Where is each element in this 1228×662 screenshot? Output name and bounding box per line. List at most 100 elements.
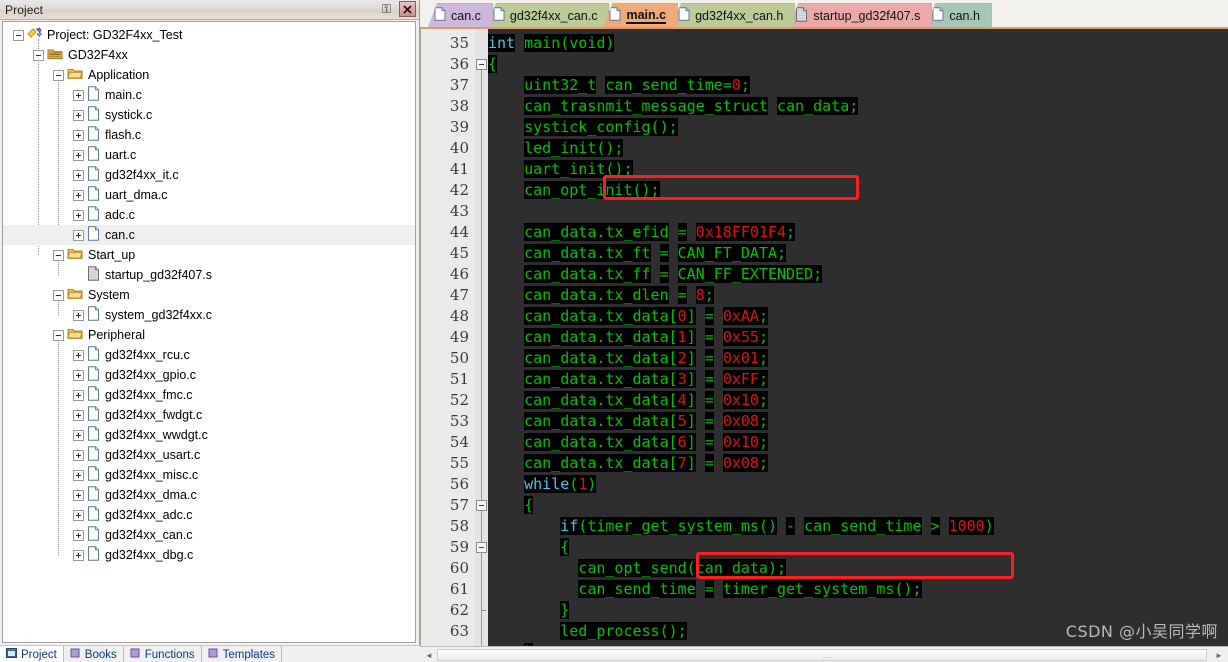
tree-item-group[interactable]: Project: GD32F4xx_Test <box>3 25 415 45</box>
project-tree-container[interactable]: Project: GD32F4xx_Test GD32F4xx Applicatio… <box>2 21 416 643</box>
scrollbar-thumb[interactable]: ⋯ <box>437 649 1207 662</box>
project-panel-tab[interactable]: Project <box>0 646 64 662</box>
tree-item-file[interactable]: gd32f4xx_fwdgt.c <box>3 405 415 425</box>
code-line[interactable]: can_data.tx_data[5] = 0x08; <box>488 411 768 432</box>
tree-item-file[interactable]: gd32f4xx_misc.c <box>3 465 415 485</box>
code-line[interactable]: can_data.tx_efid = 0x18FF01F4; <box>488 222 796 243</box>
code-line[interactable]: can_trasnmit_message_struct can_data; <box>488 96 859 117</box>
code-line[interactable]: can_send_time = timer_get_system_ms(); <box>488 579 922 600</box>
expand-icon[interactable] <box>73 529 84 541</box>
expand-icon[interactable] <box>73 189 84 201</box>
collapse-icon[interactable] <box>33 49 44 61</box>
code-line[interactable]: while(1) <box>488 474 597 495</box>
tree-item-file[interactable]: gd32f4xx_wwdgt.c <box>3 425 415 445</box>
code-line[interactable]: int main(void) <box>488 33 615 54</box>
scroll-right-arrow[interactable]: ► <box>1212 649 1226 661</box>
expand-icon[interactable] <box>73 209 84 221</box>
editor-tab[interactable]: can.c <box>428 3 493 27</box>
code-line[interactable]: systick_config(); <box>488 117 678 138</box>
close-icon[interactable] <box>399 1 416 17</box>
tree-item-file[interactable]: main.c <box>3 85 415 105</box>
editor-tab[interactable]: main.c <box>603 3 679 27</box>
code-line[interactable]: can_opt_send(can_data); <box>488 558 787 579</box>
expand-icon[interactable] <box>73 509 84 521</box>
code-line[interactable]: can_data.tx_ft = CAN_FT_DATA; <box>488 243 787 264</box>
code-line[interactable]: can_opt_init(); <box>488 180 660 201</box>
tree-item-file[interactable]: gd32f4xx_dbg.c <box>3 545 415 565</box>
code-line[interactable]: } <box>488 600 570 621</box>
collapse-icon[interactable] <box>53 69 64 81</box>
expand-icon[interactable] <box>73 469 84 481</box>
tree-item-group[interactable]: Application <box>3 65 415 85</box>
tree-item-file[interactable]: gd32f4xx_dma.c <box>3 485 415 505</box>
tree-item-file[interactable]: startup_gd32f407.s <box>3 265 415 285</box>
code-line[interactable]: can_data.tx_dlen = 8; <box>488 285 714 306</box>
editor-tab[interactable]: startup_gd32f407.s <box>789 3 933 27</box>
pin-icon[interactable]: ⚿ <box>379 1 394 17</box>
tree-item-group[interactable]: System <box>3 285 415 305</box>
code-line[interactable]: can_data.tx_data[2] = 0x01; <box>488 348 768 369</box>
code-editor[interactable]: 35 36 37 38 39 40 41 42 43 44 45 46 47 48 49 50 51 52 53 54… <box>420 27 1228 646</box>
project-panel-tab[interactable]: Templates <box>202 646 283 662</box>
fold-collapse-icon[interactable] <box>476 59 487 70</box>
scroll-left-arrow[interactable]: ◄ <box>422 649 436 661</box>
expand-icon[interactable] <box>73 369 84 381</box>
tree-item-group[interactable]: Start_up <box>3 245 415 265</box>
code-line[interactable]: can_data.tx_data[3] = 0xFF; <box>488 369 768 390</box>
tree-item-file[interactable]: can.c <box>3 225 415 245</box>
code-line[interactable]: can_data.tx_ff = CAN_FF_EXTENDED; <box>488 264 823 285</box>
code-folding-margin[interactable] <box>475 29 488 646</box>
code-line[interactable]: if(timer_get_system_ms() - can_send_time… <box>488 516 994 537</box>
expand-icon[interactable] <box>73 389 84 401</box>
expand-icon[interactable] <box>73 409 84 421</box>
fold-collapse-icon[interactable] <box>476 500 487 511</box>
code-line[interactable]: can_data.tx_data[4] = 0x10; <box>488 390 768 411</box>
horizontal-scrollbar[interactable]: ◄ ⋯ ► <box>420 646 1228 662</box>
tree-item-file[interactable]: gd32f4xx_fmc.c <box>3 385 415 405</box>
code-line[interactable]: can_data.tx_data[7] = 0x08; <box>488 453 768 474</box>
collapse-icon[interactable] <box>53 249 64 261</box>
code-line[interactable]: led_process(); <box>488 621 687 642</box>
collapse-icon[interactable] <box>53 329 64 341</box>
collapse-icon[interactable] <box>13 29 24 41</box>
expand-icon[interactable] <box>73 449 84 461</box>
tree-item-file[interactable]: gd32f4xx_usart.c <box>3 445 415 465</box>
project-panel-tab[interactable]: Functions <box>124 646 202 662</box>
code-line[interactable]: can_data.tx_data[6] = 0x10; <box>488 432 768 453</box>
tree-item-file[interactable]: gd32f4xx_it.c <box>3 165 415 185</box>
tree-item-file[interactable]: system_gd32f4xx.c <box>3 305 415 325</box>
code-line[interactable]: can_data.tx_data[0] = 0xAA; <box>488 306 768 327</box>
expand-icon[interactable] <box>73 149 84 161</box>
tree-item-file[interactable]: gd32f4xx_can.c <box>3 525 415 545</box>
expand-icon[interactable] <box>73 549 84 561</box>
project-panel-tab[interactable]: Books <box>64 646 124 662</box>
expand-icon[interactable] <box>73 169 84 181</box>
fold-collapse-icon[interactable] <box>476 542 487 553</box>
code-text-pane[interactable]: int main(void){ uint32_t can_send_time=0… <box>488 29 1228 646</box>
code-line[interactable]: { <box>488 537 570 558</box>
tree-item-file[interactable]: uart_dma.c <box>3 185 415 205</box>
collapse-icon[interactable] <box>53 289 64 301</box>
code-line[interactable]: uint32_t can_send_time=0; <box>488 75 750 96</box>
expand-icon[interactable] <box>73 89 84 101</box>
code-line[interactable]: uart_init(); <box>488 159 633 180</box>
code-line[interactable]: { <box>488 495 534 516</box>
editor-tab[interactable]: gd32f4xx_can.c <box>486 3 610 27</box>
tree-item-file[interactable]: flash.c <box>3 125 415 145</box>
tree-item-file[interactable]: gd32f4xx_rcu.c <box>3 345 415 365</box>
expand-icon[interactable] <box>73 229 84 241</box>
tree-item-file[interactable]: uart.c <box>3 145 415 165</box>
expand-icon[interactable] <box>73 129 84 141</box>
tree-item-file[interactable]: gd32f4xx_gpio.c <box>3 365 415 385</box>
expand-icon[interactable] <box>73 309 84 321</box>
expand-icon[interactable] <box>73 349 84 361</box>
expand-icon[interactable] <box>73 429 84 441</box>
code-line[interactable]: { <box>488 54 498 75</box>
tree-item-file[interactable]: gd32f4xx_adc.c <box>3 505 415 525</box>
tree-item-group[interactable]: GD32F4xx <box>3 45 415 65</box>
tree-item-file[interactable]: systick.c <box>3 105 415 125</box>
code-line[interactable]: can_data.tx_data[1] = 0x55; <box>488 327 768 348</box>
expand-icon[interactable] <box>73 489 84 501</box>
code-line[interactable]: led_init(); <box>488 138 624 159</box>
editor-tab[interactable]: gd32f4xx_can.h <box>672 3 796 27</box>
